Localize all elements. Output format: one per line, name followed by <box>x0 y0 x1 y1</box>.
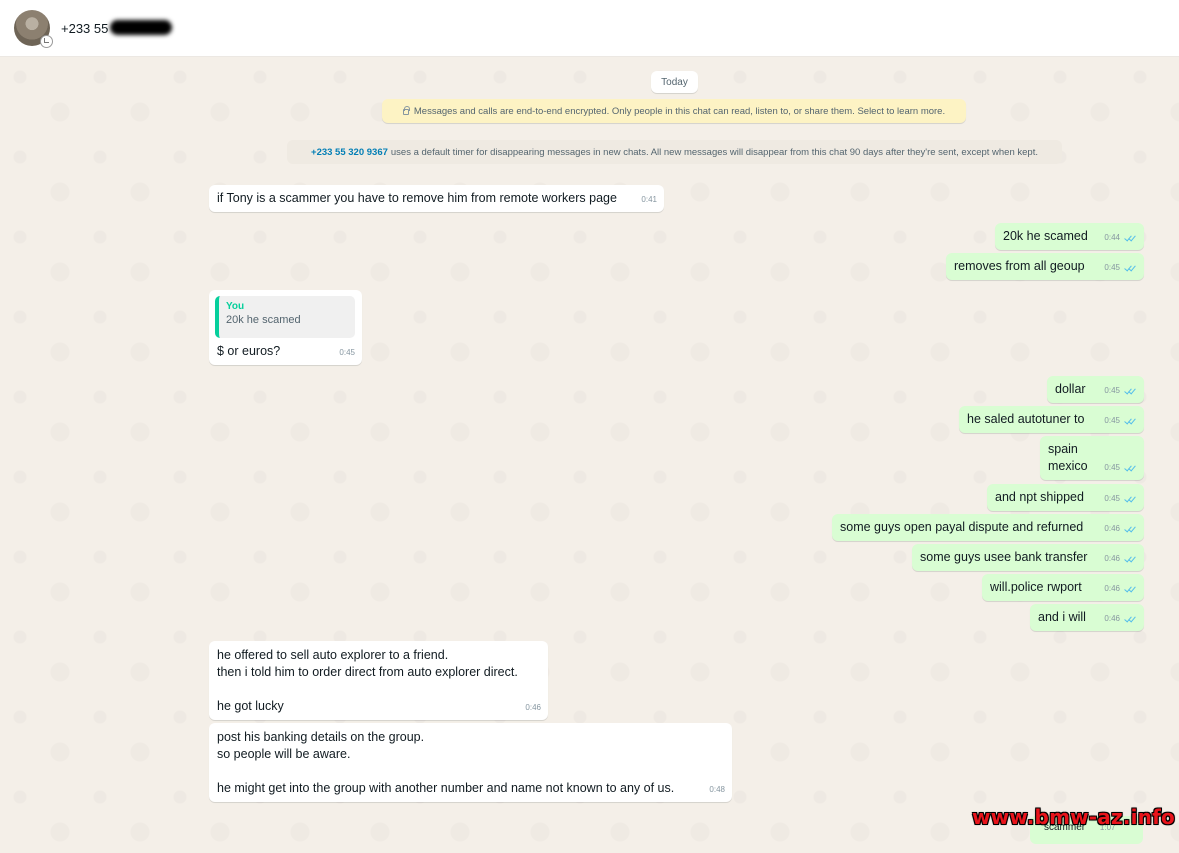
message-time: 0:45 <box>339 348 355 357</box>
message-bubble-outgoing[interactable]: some guys open payal dispute and refurne… <box>832 514 1144 541</box>
message-meta: 0:45 <box>1104 259 1137 276</box>
message-meta: 0:45 <box>1104 412 1137 429</box>
quoted-author: You <box>226 301 245 312</box>
message-bubble-incoming[interactable]: post his banking details on the group. s… <box>209 723 732 802</box>
contact-avatar[interactable] <box>14 10 53 48</box>
encryption-notice[interactable]: Messages and calls are end-to-end encryp… <box>382 99 966 123</box>
message-text: post his banking details on the group. s… <box>217 730 675 795</box>
message-time: 0:46 <box>525 703 541 712</box>
message-bubble-incoming[interactable]: he offered to sell auto explorer to a fr… <box>209 641 548 720</box>
timer-notice-text: uses a default timer for disappearing me… <box>390 146 1038 158</box>
disappearing-timer-notice: +233 55 320 9367 uses a default timer fo… <box>287 140 1062 164</box>
message-text: some guys open payal dispute and refurne… <box>840 520 1084 534</box>
message-meta: 0:48 <box>709 781 725 798</box>
quoted-message[interactable]: You 20k he scamed <box>215 296 355 338</box>
message-text: he saled autotuner to <box>967 412 1085 426</box>
encryption-notice-text: Messages and calls are end-to-end encryp… <box>413 105 946 117</box>
message-bubble-outgoing[interactable]: spain mexico 0:45 <box>1040 436 1144 480</box>
message-time: 0:46 <box>1104 524 1120 533</box>
message-bubble-outgoing[interactable]: removes from all geoup 0:45 <box>946 253 1144 280</box>
lock-icon <box>402 106 410 115</box>
message-meta: 0:45 <box>1104 490 1137 507</box>
read-receipt-icon <box>1124 615 1137 623</box>
message-text: removes from all geoup <box>954 259 1085 273</box>
message-meta: 0:45 <box>1104 459 1137 476</box>
message-meta: 0:41 <box>641 191 657 208</box>
message-meta: 0:46 <box>1104 550 1137 567</box>
message-bubble-incoming[interactable]: if Tony is a scammer you have to remove … <box>209 185 664 212</box>
message-bubble-outgoing[interactable]: and i will 0:46 <box>1030 604 1144 631</box>
timer-phone-link[interactable]: +233 55 320 9367 <box>311 147 388 158</box>
read-receipt-icon <box>1124 495 1137 503</box>
read-receipt-icon <box>1124 417 1137 425</box>
message-time: 0:44 <box>1104 233 1120 242</box>
message-time: 0:46 <box>1104 554 1120 563</box>
message-meta: 0:46 <box>1104 610 1137 627</box>
message-bubble-outgoing[interactable]: dollar 0:45 <box>1047 376 1144 403</box>
read-receipt-icon <box>1124 387 1137 395</box>
message-time: 0:41 <box>641 195 657 204</box>
message-list[interactable]: Today Messages and calls are end-to-end … <box>0 57 1179 853</box>
message-bubble-outgoing[interactable]: 20k he scamed 0:44 <box>995 223 1144 250</box>
message-text: dollar <box>1055 382 1086 396</box>
watermark: www.bmw-az.info <box>972 805 1175 829</box>
message-text: spain mexico <box>1048 442 1088 473</box>
message-text: he offered to sell auto explorer to a fr… <box>217 648 518 713</box>
message-bubble-outgoing[interactable]: and npt shipped 0:45 <box>987 484 1144 511</box>
message-text: 20k he scamed <box>1003 229 1088 243</box>
message-time: 0:45 <box>1104 463 1120 472</box>
chat-header: +233 55 <box>0 0 1179 57</box>
message-time: 0:48 <box>709 785 725 794</box>
contact-name-text: +233 55 <box>61 21 109 36</box>
message-bubble-incoming-reply[interactable]: You 20k he scamed $ or euros? 0:45 <box>209 290 362 365</box>
read-receipt-icon <box>1124 525 1137 533</box>
message-bubble-outgoing[interactable]: some guys usee bank transfer 0:46 <box>912 544 1144 571</box>
read-receipt-icon <box>1124 464 1137 472</box>
redaction-mark <box>110 20 173 35</box>
message-time: 0:45 <box>1104 494 1120 503</box>
message-meta: 0:46 <box>525 699 541 716</box>
message-time: 0:45 <box>1104 263 1120 272</box>
message-text: if Tony is a scammer you have to remove … <box>217 191 617 205</box>
message-meta: 0:46 <box>1104 520 1137 537</box>
read-receipt-icon <box>1124 585 1137 593</box>
message-time: 0:46 <box>1104 584 1120 593</box>
message-bubble-outgoing[interactable]: will.police rwport 0:46 <box>982 574 1144 601</box>
message-text: will.police rwport <box>990 580 1082 594</box>
message-meta: 0:45 <box>1104 382 1137 399</box>
contact-name[interactable]: +233 55 <box>61 20 173 36</box>
read-receipt-icon <box>1124 264 1137 272</box>
message-text: and npt shipped <box>995 490 1084 504</box>
message-meta: 0:44 <box>1104 229 1137 246</box>
whatsapp-chat-window: +233 55 Today Messages and calls are end… <box>0 0 1179 853</box>
message-bubble-outgoing[interactable]: he saled autotuner to 0:45 <box>959 406 1144 433</box>
message-meta: 0:46 <box>1104 580 1137 597</box>
message-time: 0:45 <box>1104 416 1120 425</box>
date-divider: Today <box>651 71 698 93</box>
date-divider-label: Today <box>661 76 688 88</box>
message-text: some guys usee bank transfer <box>920 550 1088 564</box>
read-receipt-icon <box>1124 555 1137 563</box>
status-ring-icon <box>40 35 53 48</box>
read-receipt-icon <box>1124 234 1137 242</box>
message-time: 0:45 <box>1104 386 1120 395</box>
message-text: and i will <box>1038 610 1086 624</box>
message-text: $ or euros? <box>217 344 281 358</box>
message-time: 0:46 <box>1104 614 1120 623</box>
message-meta: 0:45 <box>339 344 355 361</box>
quoted-text: 20k he scamed <box>226 314 301 326</box>
